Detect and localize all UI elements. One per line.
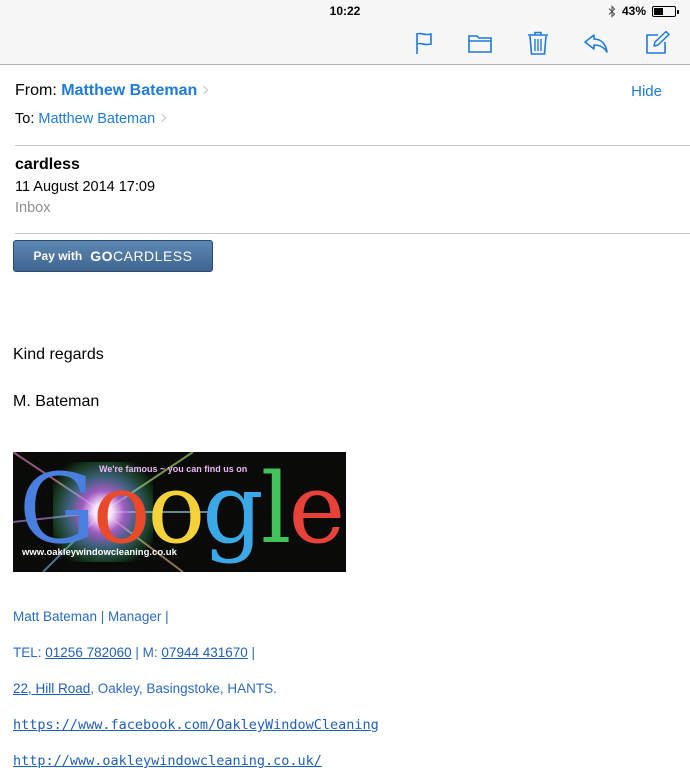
gocardless-logo-rest: CARDLESS (113, 248, 193, 264)
wordmark-letter: l (260, 453, 292, 565)
delete-button[interactable] (524, 29, 552, 57)
bluetooth-icon (608, 4, 616, 18)
trash-icon (528, 31, 548, 55)
kind-regards-text: Kind regards (13, 346, 104, 363)
mobile-label: | M: (135, 645, 158, 660)
to-label: To: (15, 111, 35, 127)
mobile-number-link[interactable]: 07944 431670 (161, 645, 247, 660)
to-recipient[interactable]: Matthew Bateman (38, 111, 155, 127)
pay-with-label: Pay with (33, 249, 83, 263)
address-rest: , Oakley, Basingstoke, HANTS. (90, 681, 277, 696)
message-mailbox: Inbox (15, 200, 51, 216)
header-divider (15, 145, 690, 146)
chevron-right-icon (158, 113, 167, 123)
hide-details-link[interactable]: Hide (631, 83, 662, 100)
subject-divider (15, 233, 690, 234)
move-to-folder-button[interactable] (466, 29, 494, 57)
gocardless-logo: GOCARDLESS (90, 248, 192, 264)
wordmark-letter: e (288, 453, 345, 565)
status-bar: 10:22 43% (0, 0, 690, 22)
battery-icon (652, 5, 679, 17)
battery-level-fill (654, 7, 663, 15)
message-toolbar (0, 22, 690, 65)
status-right: 43% (608, 4, 679, 18)
banner-url: www.oakleywindowcleaning.co.uk (22, 547, 177, 558)
phone-line-separator: | (251, 645, 256, 660)
flag-button[interactable] (410, 29, 438, 57)
facebook-link[interactable]: https://www.facebook.com/OakleyWindowCle… (13, 717, 379, 733)
status-time: 10:22 (329, 4, 361, 18)
signature-phone-line: TEL: 01256 782060 | M: 07944 431670 | (13, 645, 255, 660)
pay-with-gocardless-button[interactable]: Pay with GOCARDLESS (13, 240, 213, 272)
signature-name-line: Matt Bateman | Manager | (13, 609, 169, 624)
reply-icon (584, 34, 608, 53)
banner-tagline: We're famous ~ you can find us on (99, 464, 248, 474)
compose-icon (646, 30, 670, 54)
chevron-right-icon (200, 85, 209, 95)
google-banner-image: Google We're famous ~ you can find us on… (13, 452, 346, 572)
signoff-text: M. Bateman (13, 393, 100, 410)
reply-button[interactable] (582, 29, 610, 57)
folder-icon (468, 35, 492, 53)
tel-number-link[interactable]: 01256 782060 (45, 645, 131, 660)
message-date: 11 August 2014 17:09 (15, 179, 156, 195)
address-link[interactable]: 22, Hill Road (13, 681, 90, 696)
battery-percentage: 43% (621, 4, 646, 18)
tel-label: TEL: (13, 645, 42, 660)
compose-button[interactable] (643, 29, 671, 57)
from-row: From: Matthew Bateman (15, 82, 209, 100)
message-subject: cardless (15, 156, 80, 173)
from-sender[interactable]: Matthew Bateman (61, 82, 197, 99)
signature-address-line: 22, Hill Road, Oakley, Basingstoke, HANT… (13, 681, 277, 696)
from-label: From: (15, 82, 57, 99)
flag-icon (416, 32, 432, 54)
to-row: To: Matthew Bateman (15, 111, 167, 127)
website-link[interactable]: http://www.oakleywindowcleaning.co.uk/ (13, 753, 322, 768)
gocardless-logo-bold: GO (90, 248, 113, 264)
